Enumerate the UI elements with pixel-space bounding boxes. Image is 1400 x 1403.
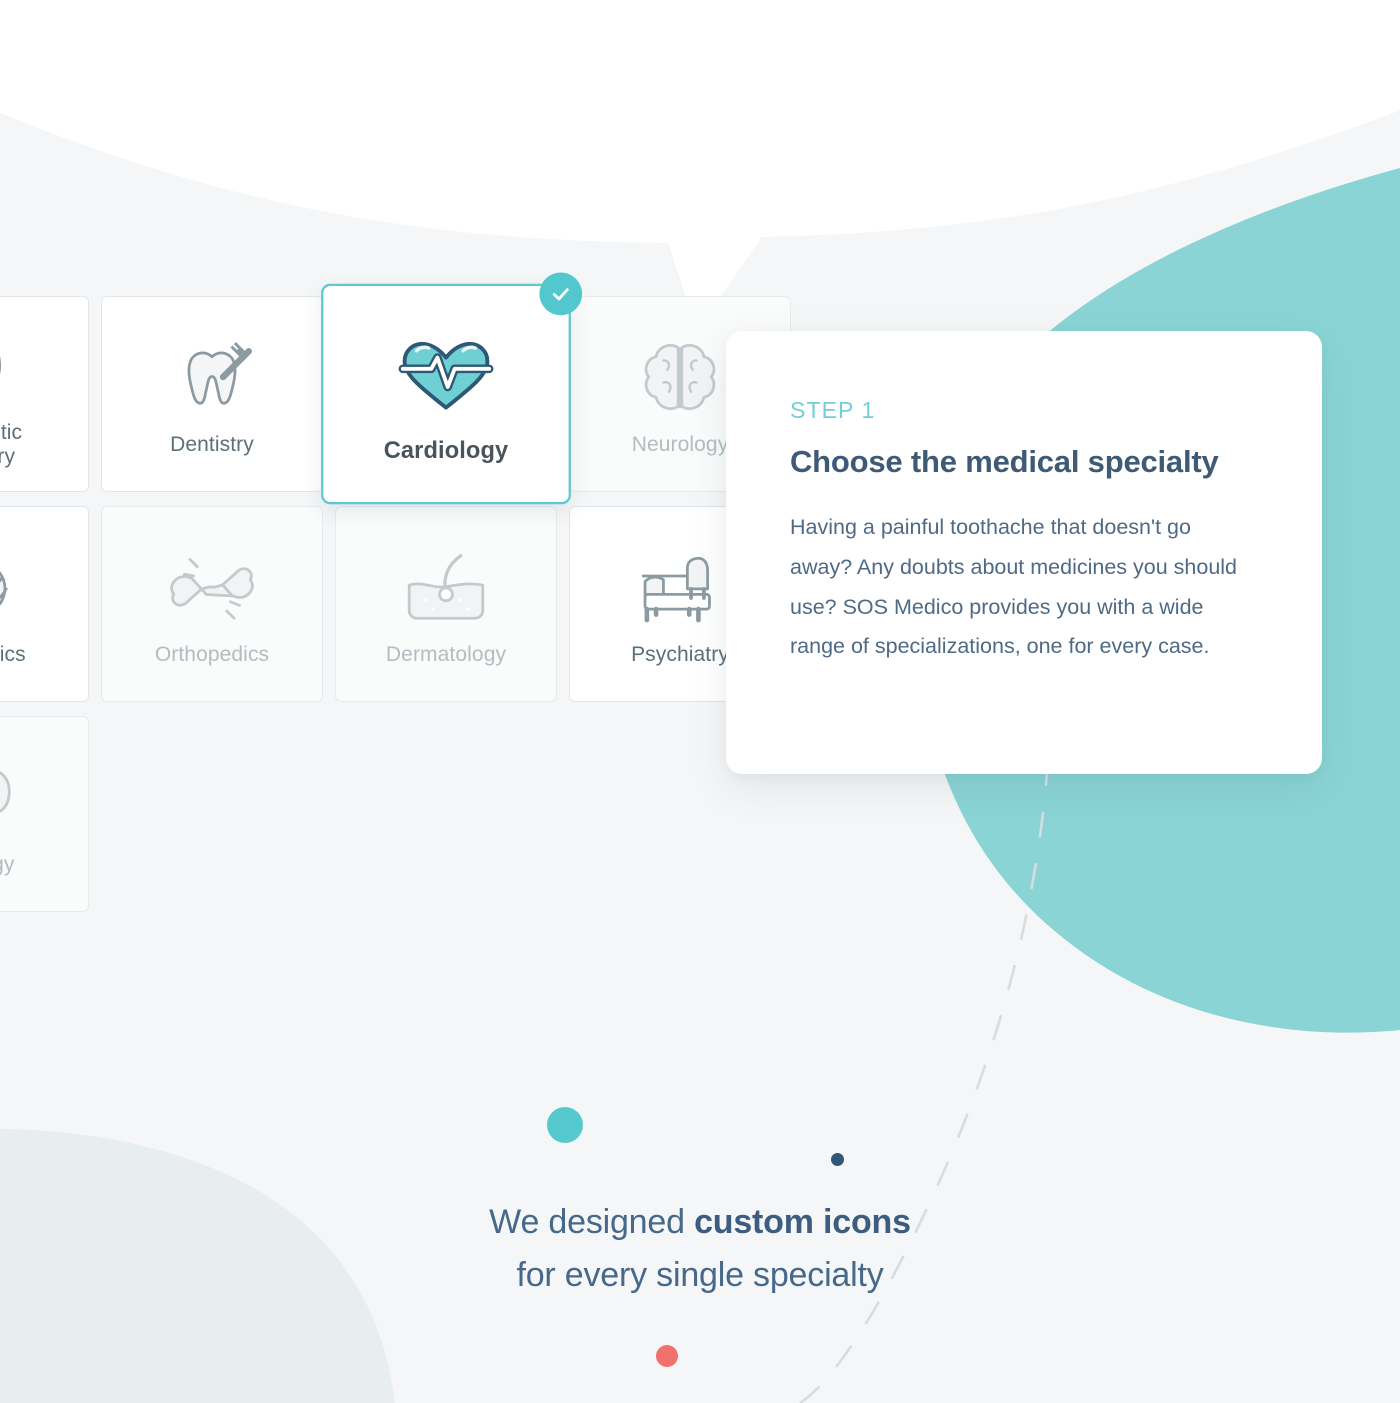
kidneys-icon xyxy=(0,751,24,843)
decorative-dot-teal xyxy=(547,1107,583,1143)
caption-line-1: We designed custom icons xyxy=(0,1196,1400,1249)
decorative-dot-navy xyxy=(831,1153,844,1166)
skin-hair-follicle-icon xyxy=(400,541,492,633)
broken-bone-icon xyxy=(166,541,258,633)
heart-pulse-icon xyxy=(394,323,498,427)
dashed-guide-line xyxy=(799,759,1050,1403)
checkmark-icon xyxy=(539,272,583,316)
top-banner-shape xyxy=(0,0,1400,330)
therapy-couch-icon xyxy=(634,541,726,633)
specialty-grid: Cosmetic Surgery Dentistry xyxy=(0,272,791,912)
step-info-card: STEP 1 Choose the medical specialty Havi… xyxy=(726,331,1322,774)
tooth-toothbrush-icon xyxy=(166,331,258,423)
page-root: Cosmetic Surgery Dentistry xyxy=(0,0,1400,1403)
nose-surgery-icon xyxy=(0,319,24,411)
specialty-card-urology[interactable]: Urology xyxy=(0,716,89,912)
specialty-label: Urology xyxy=(0,853,15,877)
specialty-card-cosmetic-surgery[interactable]: Cosmetic Surgery xyxy=(0,296,89,492)
specialty-label: Cardiology xyxy=(383,438,509,465)
caption-prefix: We designed xyxy=(489,1203,695,1241)
step-title: Choose the medical specialty xyxy=(790,444,1219,479)
specialty-card-orthopedics[interactable]: Orthopedics xyxy=(101,506,323,702)
ring-shape xyxy=(552,0,842,119)
specialty-label: Orthopedics xyxy=(154,643,270,667)
specialty-label: Obstetrics xyxy=(0,643,26,667)
specialty-label: Dentistry xyxy=(170,433,254,457)
bottom-caption: We designed custom icons for every singl… xyxy=(0,1196,1400,1301)
specialty-label: Cosmetic Surgery xyxy=(0,421,23,468)
caption-bold: custom icons xyxy=(694,1203,911,1241)
specialty-card-obstetrics[interactable]: Obstetrics xyxy=(0,506,89,702)
specialty-label: Neurology xyxy=(631,433,729,457)
specialty-label: Dermatology xyxy=(385,643,507,667)
specialty-card-dermatology[interactable]: Dermatology xyxy=(335,506,557,702)
brain-icon xyxy=(634,331,726,423)
specialty-label: Psychiatry xyxy=(631,643,729,667)
specialty-card-cardiology[interactable]: Cardiology xyxy=(321,272,583,505)
step-body: Having a painful toothache that doesn't … xyxy=(790,515,1238,659)
caption-line-2: for every single specialty xyxy=(516,1255,884,1294)
swaddled-baby-icon xyxy=(0,541,24,633)
decorative-dot-red xyxy=(656,1345,678,1367)
step-eyebrow: STEP 1 xyxy=(790,397,876,423)
specialty-card-dentistry[interactable]: Dentistry xyxy=(101,296,323,492)
